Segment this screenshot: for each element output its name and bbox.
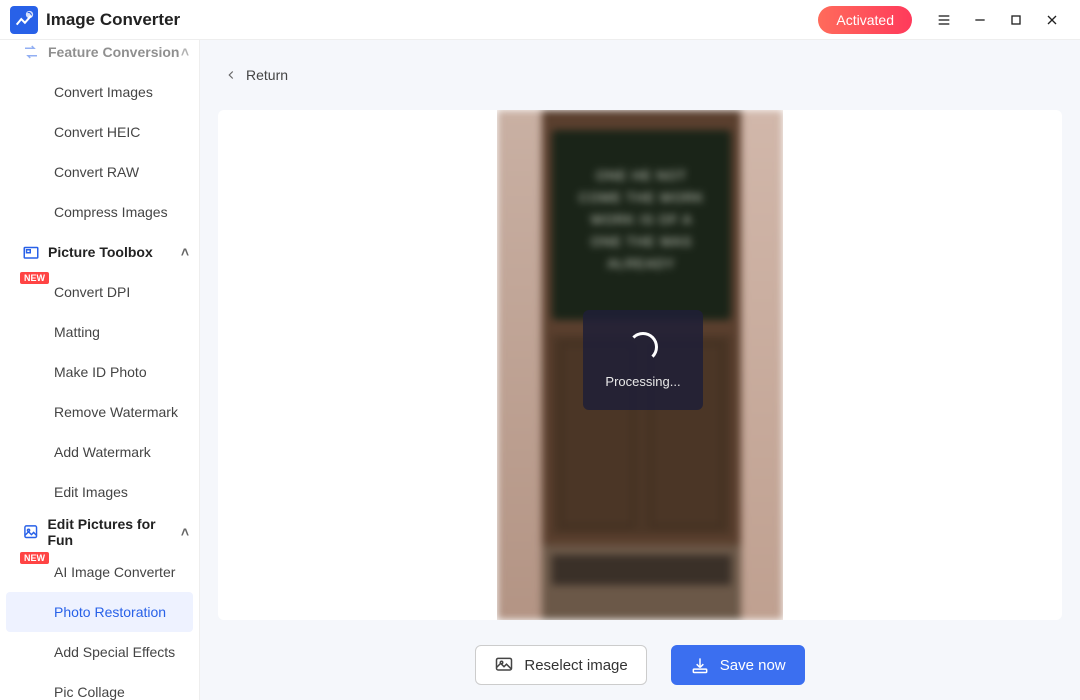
section-label: Feature Conversion <box>48 44 179 60</box>
topbar: Return <box>200 40 1080 110</box>
chevron-left-icon <box>224 68 238 82</box>
save-label: Save now <box>720 657 786 674</box>
sidebar-item-pic-collage[interactable]: Pic Collage <box>6 672 193 700</box>
section-label: Edit Pictures for Fun <box>47 516 180 548</box>
sidebar-item-convert-heic[interactable]: Convert HEIC <box>6 112 193 152</box>
sidebar-item-make-id-photo[interactable]: Make ID Photo <box>6 352 193 392</box>
processing-label: Processing... <box>605 374 680 389</box>
minimize-icon[interactable] <box>962 2 998 38</box>
sidebar-item-photo-restoration[interactable]: Photo Restoration <box>6 592 193 632</box>
activated-button[interactable]: Activated <box>818 6 912 34</box>
return-label: Return <box>246 67 288 83</box>
download-icon <box>690 655 710 675</box>
new-badge: NEW <box>20 272 49 284</box>
save-now-button[interactable]: Save now <box>671 645 805 685</box>
maximize-icon[interactable] <box>998 2 1034 38</box>
processing-overlay: Processing... <box>583 310 703 410</box>
image-preview: ONE HE NOTCOME THE WORKWORK IS OF AONE T… <box>497 110 783 620</box>
sidebar-item-convert-raw[interactable]: Convert RAW <box>6 152 193 192</box>
footer-actions: Reselect image Save now <box>200 630 1080 700</box>
reselect-image-button[interactable]: Reselect image <box>475 645 646 685</box>
fun-icon <box>22 523 39 541</box>
toolbox-icon <box>22 243 40 261</box>
new-badge: NEW <box>20 552 49 564</box>
spinner-icon <box>628 332 658 362</box>
title-bar: Image Converter Activated <box>0 0 1080 40</box>
app-title: Image Converter <box>46 10 180 30</box>
sidebar-item-remove-watermark[interactable]: Remove Watermark <box>6 392 193 432</box>
sidebar: Feature Conversion ˄ Convert Images Conv… <box>0 40 200 700</box>
chevron-up-icon: ˄ <box>181 244 189 260</box>
image-icon <box>494 655 514 675</box>
sidebar-section-edit-pictures-fun[interactable]: Edit Pictures for Fun ˄ <box>0 512 199 552</box>
chevron-up-icon: ˄ <box>181 44 189 60</box>
sidebar-section-picture-toolbox[interactable]: Picture Toolbox ˄ <box>0 232 199 272</box>
sidebar-section-feature-conversion[interactable]: Feature Conversion ˄ <box>0 40 199 72</box>
section-label: Picture Toolbox <box>48 244 153 260</box>
return-button[interactable]: Return <box>224 67 288 83</box>
sidebar-item-edit-images[interactable]: Edit Images <box>6 472 193 512</box>
chevron-up-icon: ˄ <box>181 524 189 540</box>
main-panel: Return ONE HE NOTCOME THE WORKWORK IS OF… <box>200 40 1080 700</box>
close-icon[interactable] <box>1034 2 1070 38</box>
conversion-icon <box>22 43 40 61</box>
menu-icon[interactable] <box>926 2 962 38</box>
sidebar-item-add-watermark[interactable]: Add Watermark <box>6 432 193 472</box>
app-logo <box>10 6 38 34</box>
sidebar-item-compress-images[interactable]: Compress Images <box>6 192 193 232</box>
reselect-label: Reselect image <box>524 657 627 674</box>
sidebar-item-add-special-effects[interactable]: Add Special Effects <box>6 632 193 672</box>
image-canvas: ONE HE NOTCOME THE WORKWORK IS OF AONE T… <box>218 110 1062 620</box>
sidebar-item-matting[interactable]: Matting <box>6 312 193 352</box>
sidebar-item-convert-images[interactable]: Convert Images <box>6 72 193 112</box>
